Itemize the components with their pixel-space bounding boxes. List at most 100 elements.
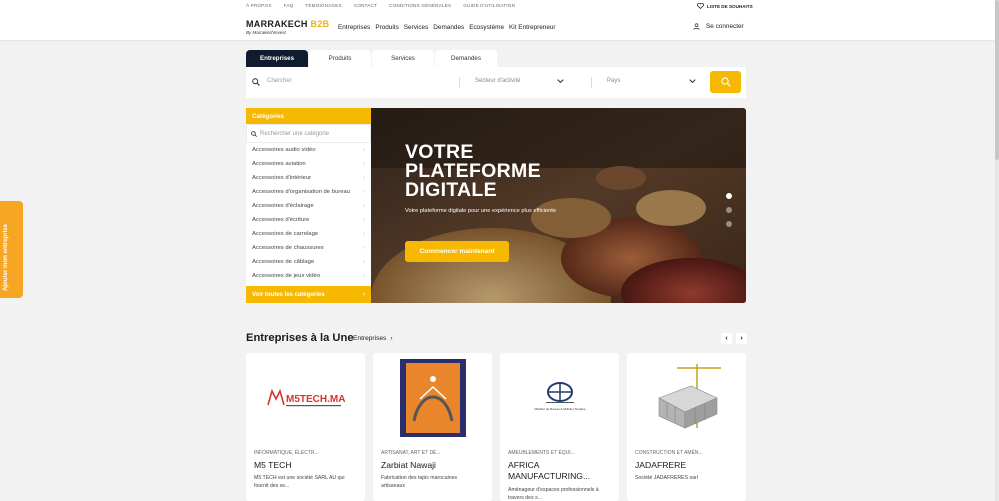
- all-categories-button[interactable]: Voir toutes les catégories ›: [246, 286, 371, 303]
- africa-manufacturing-logo: Mobilier de Bureau & Mobilier Scolaire: [534, 382, 585, 411]
- logo-sub: By MarrakechInvest: [246, 30, 286, 35]
- add-company-tab[interactable]: Ajouter mon entreprise: [0, 201, 23, 298]
- top-utility-bar: À PROPOS FAQ TÉMOIGNAGES CONTACT CONDITI…: [0, 0, 999, 14]
- company-card[interactable]: CONSTRUCTION ET AMÉN... JADAFRERE Sociét…: [627, 353, 746, 501]
- category-label: Accessoires de carrelage: [252, 231, 319, 237]
- link-faq[interactable]: FAQ: [284, 3, 294, 8]
- category-label: Accessoires aviation: [252, 161, 306, 167]
- slide-dot[interactable]: [726, 221, 732, 227]
- user-icon: [693, 23, 700, 30]
- category-item[interactable]: Accessoires de jeux vidéo ›: [246, 269, 371, 283]
- tab-services[interactable]: Services: [372, 50, 434, 67]
- category-label: Accessoires d'organisation de bureau: [252, 189, 351, 195]
- slide-dot[interactable]: [726, 207, 732, 213]
- main-header: MARRAKECH B2B By MarrakechInvest Entrepr…: [0, 13, 999, 41]
- search-icon: [251, 130, 257, 137]
- category-search-input[interactable]: Rechercher une catégorie: [260, 131, 329, 137]
- logo-main: MARRAKECH: [246, 19, 308, 29]
- company-card[interactable]: Mobilier de Bureau & Mobilier Scolaire A…: [500, 353, 619, 501]
- chevron-down-icon: [689, 79, 696, 84]
- m5tech-logo: M5TECH.MA: [266, 388, 345, 407]
- nav-entreprises[interactable]: Entreprises: [338, 24, 370, 31]
- search-button[interactable]: [710, 71, 741, 93]
- category-item[interactable]: Accessoires d'organisation de bureau ›: [246, 185, 371, 199]
- chevron-right-icon: ›: [363, 161, 365, 167]
- company-logo: [373, 353, 492, 443]
- hero-title: VOTRE PLATEFORME DIGITALE: [405, 141, 541, 201]
- chevron-right-icon: ›: [363, 189, 365, 195]
- link-guide[interactable]: GUIDE D'UTILISATION: [463, 3, 515, 8]
- carousel-arrows: ‹ ›: [721, 333, 747, 344]
- company-name: Zarbiat Nawaji: [381, 460, 436, 470]
- hero-cta-button[interactable]: Commencer maintenant: [405, 241, 509, 262]
- tab-entreprises[interactable]: Entreprises: [246, 50, 308, 67]
- carousel-next-button[interactable]: ›: [736, 333, 747, 344]
- scrollbar-thumb[interactable]: [995, 0, 999, 160]
- category-item[interactable]: Accessoires d'intérieur ›: [246, 171, 371, 185]
- category-item[interactable]: Accessoires de câblage ›: [246, 255, 371, 269]
- login-button[interactable]: Se connecter: [693, 23, 744, 30]
- company-name: M5 TECH: [254, 460, 292, 470]
- category-label: Accessoires d'éclairage: [252, 203, 314, 209]
- all-categories-label: Voir toutes les catégories: [252, 291, 325, 298]
- chevron-right-icon: ›: [390, 335, 393, 342]
- category-item[interactable]: Accessoires d'écriture ›: [246, 213, 371, 227]
- page-scrollbar[interactable]: [995, 0, 999, 501]
- category-label: Accessoires de jeux vidéo: [252, 273, 321, 279]
- featured-title: Entreprises à la Une: [246, 332, 354, 344]
- category-label: Accessoires d'intérieur: [252, 175, 312, 181]
- featured-link[interactable]: Entreprises ›: [353, 335, 393, 342]
- featured-link-label: Entreprises: [353, 335, 387, 342]
- category-label: Accessoires audio vidéo: [252, 147, 316, 153]
- category-item[interactable]: Accessoires d'éclairage ›: [246, 199, 371, 213]
- company-desc: Société JADAFRERES sarl: [635, 475, 698, 481]
- company-category: INFORMATIQUE, ÉLECTR...: [254, 450, 319, 456]
- company-desc: M5 TECH est une société SARL AU qui four…: [254, 475, 345, 489]
- slide-dot[interactable]: [726, 193, 732, 199]
- company-category: ARTISANAT, ART ET DÉ...: [381, 450, 441, 456]
- nav-services[interactable]: Services: [404, 24, 429, 31]
- company-desc: Fabrication des tapis marocaines artisan…: [381, 475, 458, 489]
- chevron-right-icon: ›: [363, 291, 365, 298]
- wishlist-link[interactable]: LISTE DE SOUHAITS: [697, 3, 753, 9]
- hero-background-image: [371, 108, 746, 303]
- add-company-label: Ajouter mon entreprise: [2, 223, 9, 291]
- login-label: Se connecter: [706, 23, 744, 30]
- chevron-right-icon: ›: [363, 175, 365, 181]
- utility-links: À PROPOS FAQ TÉMOIGNAGES CONTACT CONDITI…: [246, 3, 527, 8]
- company-name: JADAFRERE: [635, 460, 687, 470]
- zarbiat-logo: [399, 359, 466, 437]
- svg-text:M5TECH.MA: M5TECH.MA: [286, 394, 345, 405]
- carousel-prev-button[interactable]: ‹: [721, 333, 732, 344]
- sector-select[interactable]: Secteur d'activité: [475, 78, 521, 84]
- tab-produits[interactable]: Produits: [309, 50, 371, 67]
- category-item[interactable]: Accessoires audio vidéo ›: [246, 143, 371, 157]
- heart-icon: [697, 3, 704, 9]
- link-temoignages[interactable]: TÉMOIGNAGES: [305, 3, 341, 8]
- category-label: Accessoires d'écriture: [252, 217, 310, 223]
- link-a-propos[interactable]: À PROPOS: [246, 3, 272, 8]
- company-name: AFRICA MANUFACTURING...: [508, 460, 591, 481]
- company-card[interactable]: ARTISANAT, ART ET DÉ... Zarbiat Nawaji F…: [373, 353, 492, 501]
- divider: [459, 77, 460, 88]
- link-contact[interactable]: CONTACT: [354, 3, 377, 8]
- nav-ecosysteme[interactable]: Ecosystème: [469, 24, 504, 31]
- nav-produits[interactable]: Produits: [375, 24, 398, 31]
- category-item[interactable]: Accessoires de chaussures ›: [246, 241, 371, 255]
- nav-demandes[interactable]: Demandes: [433, 24, 464, 31]
- chevron-down-icon: [557, 79, 564, 84]
- category-label: Accessoires de câblage: [252, 259, 315, 265]
- logo-accent: B2B: [310, 19, 330, 29]
- logo[interactable]: MARRAKECH B2B By MarrakechInvest: [246, 19, 330, 36]
- company-category: CONSTRUCTION ET AMÉN...: [635, 450, 703, 456]
- nav-kit-entrepreneur[interactable]: Kit Entrepreneur: [509, 24, 556, 31]
- country-select[interactable]: Pays: [607, 78, 620, 84]
- search-input[interactable]: Chercher: [267, 78, 292, 84]
- tab-demandes[interactable]: Demandes: [435, 50, 497, 67]
- company-card[interactable]: M5TECH.MA INFORMATIQUE, ÉLECTR... M5 TEC…: [246, 353, 365, 501]
- category-item[interactable]: Accessoires aviation ›: [246, 157, 371, 171]
- chevron-right-icon: ›: [363, 217, 365, 223]
- category-item[interactable]: Accessoires de carrelage ›: [246, 227, 371, 241]
- link-conditions[interactable]: CONDITIONS GÉNÉRALES: [389, 3, 451, 8]
- category-search[interactable]: Rechercher une catégorie: [246, 124, 371, 143]
